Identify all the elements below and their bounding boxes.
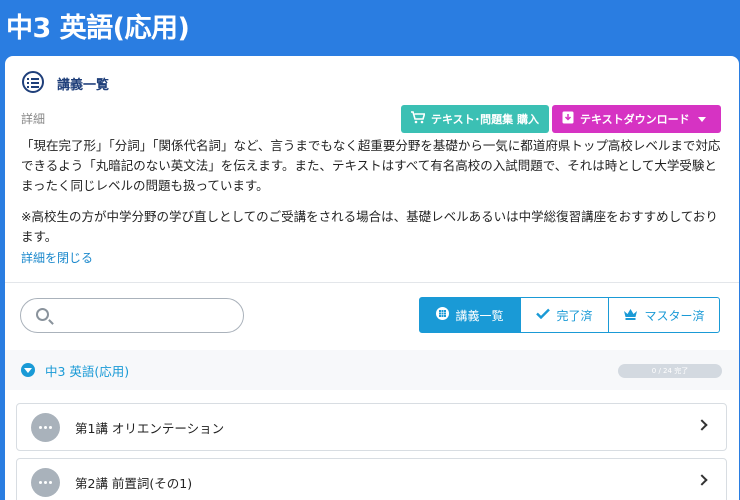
card-title: 講義一覧 xyxy=(57,78,110,93)
check-icon xyxy=(536,308,551,322)
cart-icon xyxy=(411,111,426,127)
filter-master-label: マスター済 xyxy=(644,308,705,323)
more-dots-icon xyxy=(31,413,60,442)
filter-done-button[interactable]: 完了済 xyxy=(520,297,609,333)
filter-done-label: 完了済 xyxy=(556,308,593,323)
filter-master-button[interactable]: マスター済 xyxy=(608,297,720,333)
lecture-title: 第2講 前置詞(その1) xyxy=(75,476,193,491)
detail-label: 詳細 xyxy=(21,112,46,126)
chevron-right-icon xyxy=(696,474,708,486)
close-details-link[interactable]: 詳細を閉じる xyxy=(21,249,93,266)
course-description: 「現在完了形」「分詞」「関係代名詞」など、言うまでもなく超重要分野を基礎から一気… xyxy=(21,136,725,258)
download-text-label: テキストダウンロード xyxy=(580,113,690,126)
section-title: 中3 英語(応用) xyxy=(45,364,130,379)
description-note: ※高校生の方が中学分野の学び直しとしてのご受講をされる場合は、基礎レベルあるいは… xyxy=(21,209,718,244)
section-header[interactable]: 中3 英語(応用) 0 / 24 完了 xyxy=(5,350,739,390)
search-box[interactable] xyxy=(20,298,244,333)
buy-text-label: テキスト･問題集 購入 xyxy=(431,113,539,126)
download-icon xyxy=(562,111,574,127)
progress-bar: 0 / 24 完了 xyxy=(618,364,722,378)
progress-text: 0 / 24 完了 xyxy=(651,367,689,375)
page-title: 中3 英語(応用) xyxy=(6,13,190,44)
filter-all-button[interactable]: 講義一覧 xyxy=(419,297,521,333)
crown-icon xyxy=(623,308,638,323)
buy-text-button[interactable]: テキスト･問題集 購入 xyxy=(401,105,549,133)
grid-icon xyxy=(436,307,450,323)
description-paragraph: 「現在完了形」「分詞」「関係代名詞」など、言うまでもなく超重要分野を基礎から一気… xyxy=(21,138,721,193)
search-input[interactable] xyxy=(61,305,231,327)
more-dots-icon xyxy=(31,468,60,497)
list-icon xyxy=(22,71,44,93)
search-icon xyxy=(36,308,49,321)
filter-all-label: 講義一覧 xyxy=(455,308,504,323)
divider xyxy=(5,282,739,283)
lecture-title: 第1講 オリエンテーション xyxy=(75,421,225,436)
collapse-toggle-icon[interactable] xyxy=(21,363,35,377)
download-text-button[interactable]: テキストダウンロード xyxy=(552,105,721,133)
lecture-card: 講義一覧 詳細 テキスト･問題集 購入 テキストダウンロード 「現在完了形」「分… xyxy=(5,56,739,500)
lecture-item[interactable]: 第1講 オリエンテーション xyxy=(16,403,727,451)
chevron-right-icon xyxy=(696,419,708,431)
lecture-item[interactable]: 第2講 前置詞(その1) xyxy=(16,458,727,500)
caret-down-icon xyxy=(697,116,706,122)
